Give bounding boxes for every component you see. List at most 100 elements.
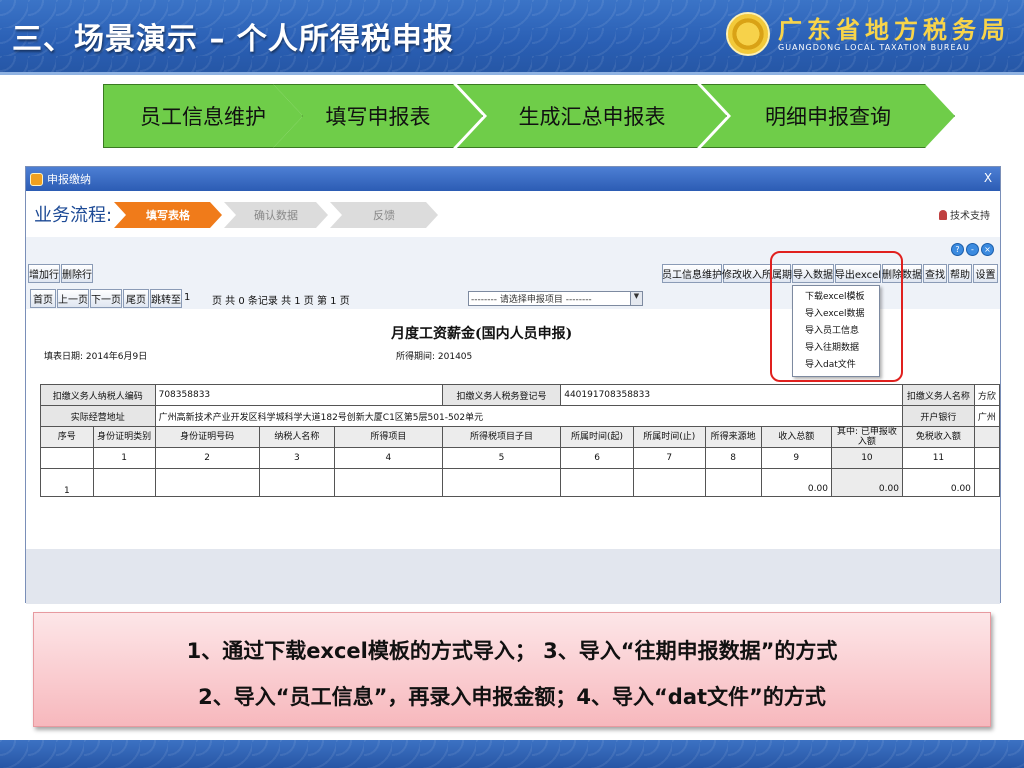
table-cell-extra bbox=[973, 468, 1000, 497]
brand-logo: 广东省地方税务局 GUANGDONG LOCAL TAXATION BUREAU bbox=[726, 12, 1010, 56]
explanation-callout: 1、通过下载excel模板的方式导入； 3、导入“往期申报数据”的方式 2、导入… bbox=[33, 612, 991, 727]
table-cell[interactable] bbox=[154, 468, 260, 497]
next-page-button[interactable]: 下一页 bbox=[90, 289, 122, 308]
col-number: 2 bbox=[154, 447, 260, 469]
bank-value[interactable]: 广州 bbox=[973, 405, 1000, 427]
chevron-down-icon[interactable]: ▼ bbox=[630, 292, 642, 305]
info-row-1: 扣缴义务人纳税人编码 708358833 扣缴义务人税务登记号 44019170… bbox=[40, 384, 1000, 406]
step-detail-query[interactable]: 明细申报查询 bbox=[701, 84, 955, 148]
table-cell[interactable] bbox=[632, 468, 706, 497]
business-flow: 业务流程: 填写表格 确认数据 反馈 技术支持 bbox=[26, 191, 1000, 237]
income-period: 所得期间: 201405 bbox=[396, 352, 473, 362]
col-header: 序号 bbox=[40, 426, 94, 448]
process-steps: 员工信息维护 填写申报表 生成汇总申报表 明细申报查询 bbox=[103, 84, 955, 148]
help-button[interactable]: 帮助 bbox=[948, 264, 972, 283]
flow-step-fill[interactable]: 填写表格 bbox=[114, 202, 222, 228]
table-cell[interactable] bbox=[258, 468, 336, 497]
callout-line-2: 2、导入“员工信息”，再录入申报金额；4、导入“dat文件”的方式 bbox=[198, 685, 826, 709]
table-cell[interactable] bbox=[704, 468, 762, 497]
col-header: 身份证明类别 bbox=[92, 426, 156, 448]
prev-page-button[interactable]: 上一页 bbox=[57, 289, 89, 308]
brand-name-en: GUANGDONG LOCAL TAXATION BUREAU bbox=[778, 42, 970, 52]
flow-step-feedback[interactable]: 反馈 bbox=[330, 202, 438, 228]
slide-title: 三、场景演示 – 个人所得税申报 bbox=[12, 22, 454, 57]
flow-label: 业务流程: bbox=[34, 205, 113, 226]
withholder-code-value[interactable]: 708358833 bbox=[154, 384, 443, 406]
flow-step-confirm[interactable]: 确认数据 bbox=[224, 202, 328, 228]
withholder-reg-value[interactable]: 440191708358833 bbox=[560, 384, 903, 406]
slide-footer bbox=[0, 740, 1024, 768]
col-header: 所得税项目子目 bbox=[441, 426, 562, 448]
header-divider bbox=[0, 72, 1024, 75]
page-number-input[interactable]: 1 bbox=[184, 292, 190, 303]
window-controls: ? - × bbox=[951, 243, 994, 256]
window-title: 申报缴纳 bbox=[47, 173, 91, 186]
col-number: 4 bbox=[334, 447, 443, 469]
close-circle-icon[interactable]: × bbox=[981, 243, 994, 256]
window-empty-area bbox=[26, 549, 1000, 604]
highlight-box bbox=[770, 251, 903, 382]
col-number: 10 bbox=[830, 447, 903, 469]
add-row-button[interactable]: 增加行 bbox=[28, 264, 60, 283]
declaration-item-select[interactable]: -------- 请选择申报项目 -------- ▼ bbox=[468, 291, 643, 306]
declaration-window: 申报缴纳 X 业务流程: 填写表格 确认数据 反馈 技术支持 ? - × 增加行… bbox=[25, 166, 1001, 604]
col-header: 所属时间(起) bbox=[560, 426, 634, 448]
withholder-code-label: 扣缴义务人纳税人编码 bbox=[40, 384, 156, 406]
col-number: 11 bbox=[901, 447, 975, 469]
col-header: 所得项目 bbox=[334, 426, 443, 448]
col-number bbox=[40, 447, 94, 469]
last-page-button[interactable]: 尾页 bbox=[123, 289, 149, 308]
bank-label: 开户银行 bbox=[901, 405, 975, 427]
withholder-name-label: 扣缴义务人名称 bbox=[901, 384, 975, 406]
col-header: 收入总额 bbox=[760, 426, 832, 448]
delete-row-button[interactable]: 删除行 bbox=[61, 264, 93, 283]
minimize-circle-icon[interactable]: - bbox=[966, 243, 979, 256]
col-header: 身份证明号码 bbox=[154, 426, 260, 448]
employee-info-button[interactable]: 员工信息维护 bbox=[662, 264, 722, 283]
app-icon bbox=[30, 172, 43, 186]
withholder-name-value[interactable]: 方欣 bbox=[973, 384, 1000, 406]
close-icon[interactable]: X bbox=[978, 169, 998, 187]
pager-info: 页 共 0 条记录 共 1 页 第 1 页 bbox=[212, 296, 350, 307]
find-button[interactable]: 查找 bbox=[923, 264, 947, 283]
col-number: 3 bbox=[258, 447, 336, 469]
jump-to-button[interactable]: 跳转至 bbox=[150, 289, 182, 308]
col-header: 纳税人名称 bbox=[258, 426, 336, 448]
tech-support-link[interactable]: 技术支持 bbox=[939, 207, 990, 222]
table-cell[interactable] bbox=[441, 468, 562, 497]
header-row: 序号 身份证明类别 身份证明号码 纳税人名称 所得项目 所得税项目子目 所属时间… bbox=[40, 426, 1000, 448]
withholder-reg-label: 扣缴义务人税务登记号 bbox=[441, 384, 562, 406]
settings-button[interactable]: 设置 bbox=[973, 264, 998, 283]
first-page-button[interactable]: 首页 bbox=[30, 289, 56, 308]
table-row: 1 0.00 0.00 0.00 bbox=[40, 468, 1000, 497]
address-label: 实际经营地址 bbox=[40, 405, 156, 427]
total-income-cell[interactable]: 0.00 bbox=[760, 468, 832, 497]
info-row-2: 实际经营地址 广州高新技术产业开发区科学城科学大道182号创新大厦C1区第5层5… bbox=[40, 405, 1000, 427]
col-number: 5 bbox=[441, 447, 562, 469]
tax-free-income-cell[interactable]: 0.00 bbox=[901, 468, 975, 497]
col-header: 其中: 已申报收入额 bbox=[830, 426, 903, 448]
table-cell[interactable] bbox=[560, 468, 634, 497]
col-header: 免税收入额 bbox=[901, 426, 975, 448]
col-number: 8 bbox=[704, 447, 762, 469]
col-number: 9 bbox=[760, 447, 832, 469]
col-header: 所得来源地 bbox=[704, 426, 762, 448]
table-cell[interactable] bbox=[92, 468, 156, 497]
step-employee-info[interactable]: 员工信息维护 bbox=[103, 84, 303, 148]
help-circle-icon[interactable]: ? bbox=[951, 243, 964, 256]
slide-header: 三、场景演示 – 个人所得税申报 广东省地方税务局 GUANGDONG LOCA… bbox=[0, 0, 1024, 72]
callout-line-1: 1、通过下载excel模板的方式导入； 3、导入“往期申报数据”的方式 bbox=[186, 639, 838, 663]
declaration-table: 扣缴义务人纳税人编码 708358833 扣缴义务人税务登记号 44019170… bbox=[40, 384, 1000, 497]
column-number-row: 1 2 3 4 5 6 7 8 9 10 11 bbox=[40, 447, 1000, 469]
emblem-icon bbox=[726, 12, 770, 56]
col-number: 7 bbox=[632, 447, 706, 469]
table-cell[interactable] bbox=[334, 468, 443, 497]
address-value[interactable]: 广州高新技术产业开发区科学城科学大道182号创新大厦C1区第5层501-502单… bbox=[154, 405, 903, 427]
brand-name-cn: 广东省地方税务局 bbox=[778, 15, 1010, 44]
col-number: 1 bbox=[92, 447, 156, 469]
window-titlebar: 申报缴纳 X bbox=[26, 167, 1000, 191]
fill-date: 填表日期: 2014年6月9日 bbox=[44, 352, 148, 362]
step-fill-form[interactable]: 填写申报表 bbox=[273, 84, 483, 148]
step-generate-summary[interactable]: 生成汇总申报表 bbox=[457, 84, 727, 148]
support-icon bbox=[939, 210, 947, 220]
